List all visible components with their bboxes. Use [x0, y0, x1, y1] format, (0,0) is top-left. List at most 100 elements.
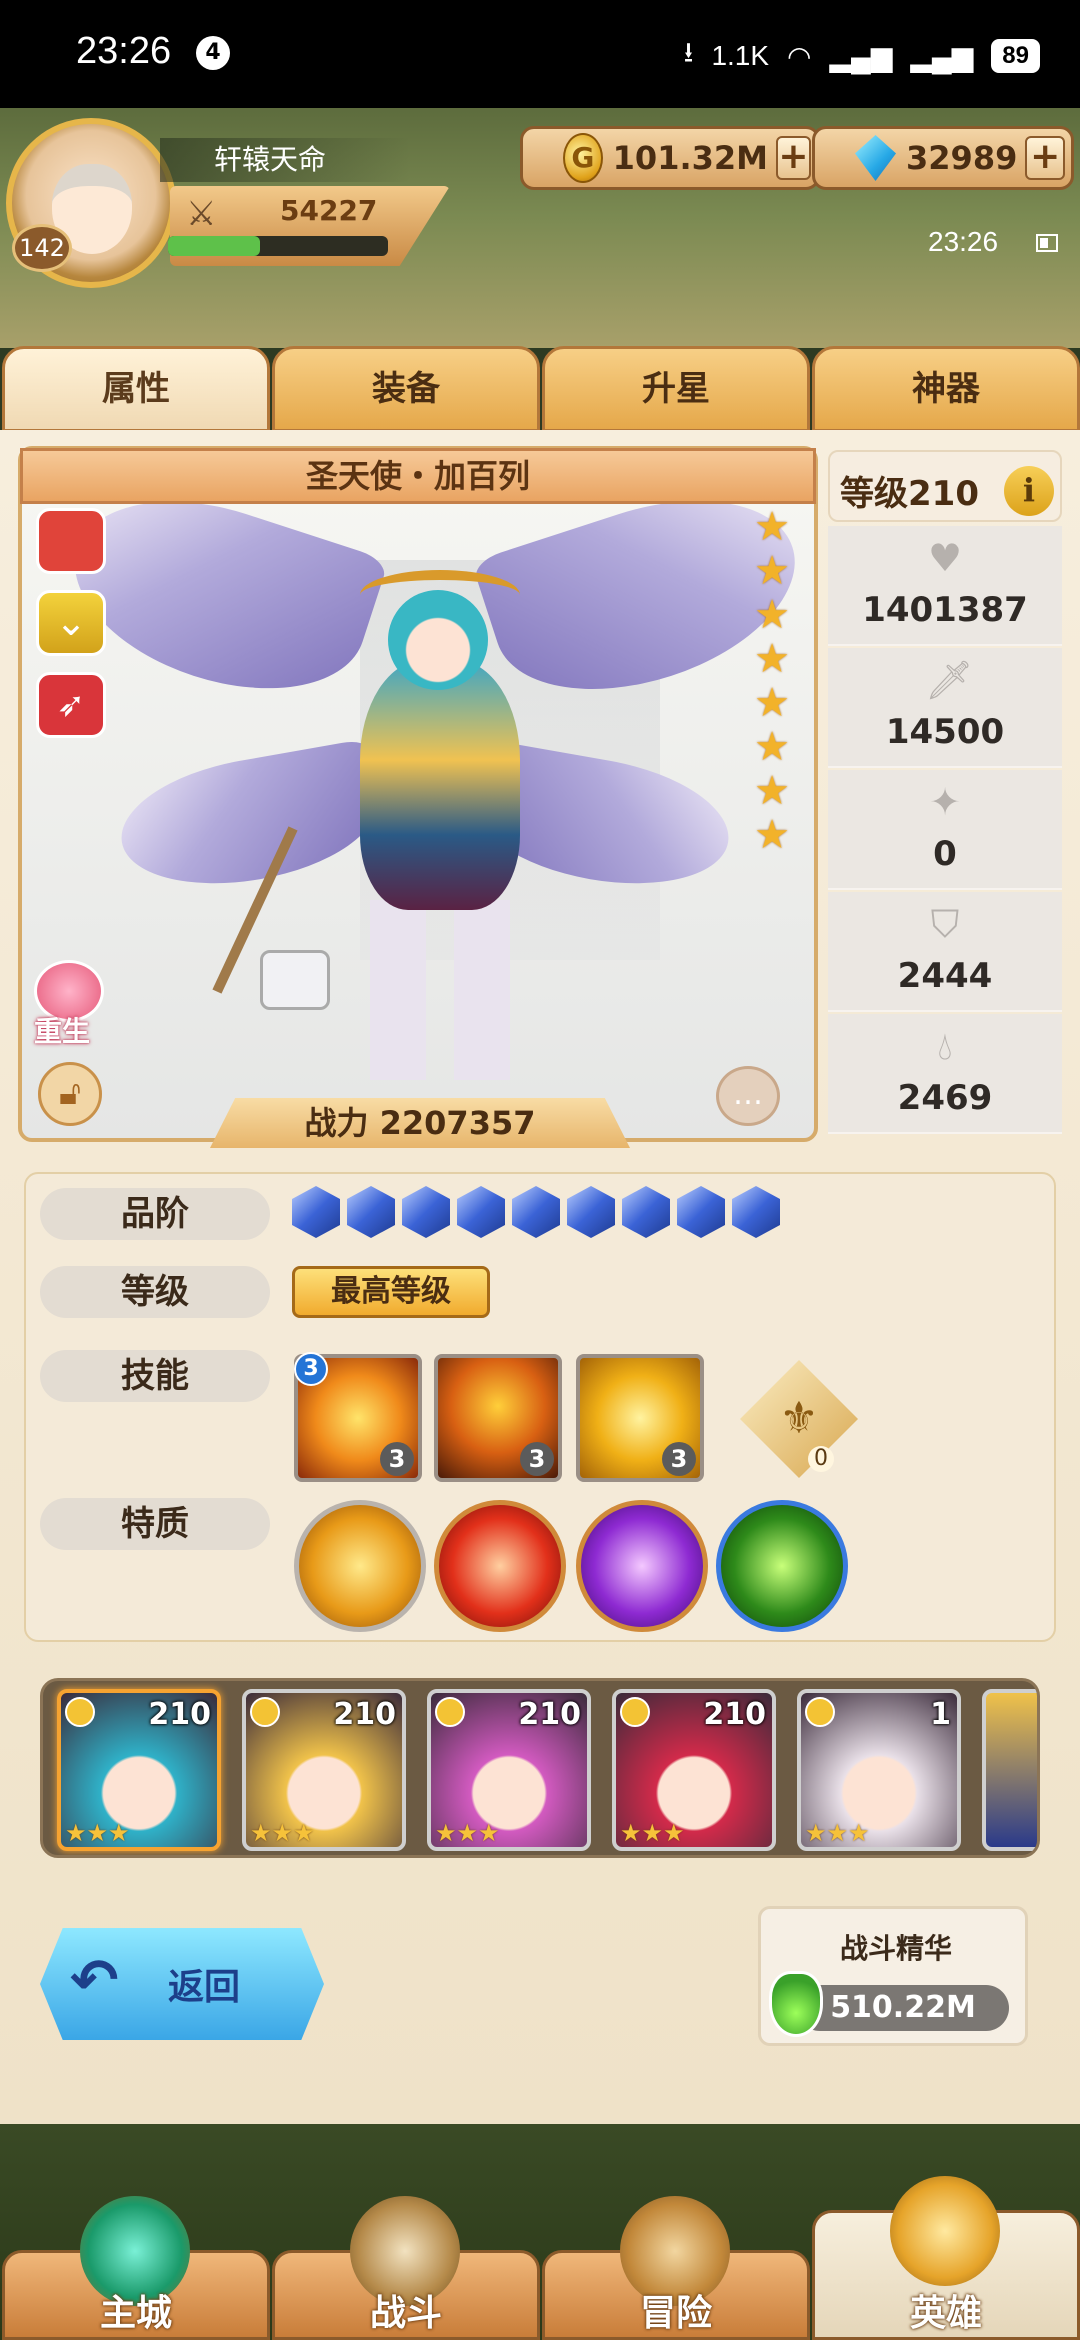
resist-value: 2469 — [897, 1078, 993, 1118]
hp-value: 1401387 — [862, 590, 1028, 630]
heart-icon: ♥ — [927, 536, 963, 580]
potion-icon — [769, 1971, 823, 2037]
tab-attributes[interactable]: 属性 — [2, 346, 270, 432]
player-name: 轩辕天命 — [160, 138, 410, 182]
gem-currency: 32989 + — [812, 126, 1074, 190]
class-icon[interactable] — [36, 508, 106, 574]
notification-badge: 4 — [196, 36, 230, 70]
stat-defense: ⛉ 2444 — [828, 892, 1062, 1012]
battery-indicator-icon — [1036, 234, 1058, 252]
trait-skull[interactable] — [716, 1500, 848, 1632]
tab-equipment[interactable]: 装备 — [272, 346, 540, 432]
trait-shield[interactable] — [294, 1500, 426, 1632]
hero-legs — [370, 900, 510, 1080]
essence-title: 战斗精华 — [839, 1932, 952, 1965]
hero-card[interactable]: 210 ★★★ — [57, 1689, 221, 1851]
hero-card-stars: ★★★ — [250, 1819, 315, 1847]
gold-amount: 101.32M — [612, 139, 768, 177]
stat-resist: 💧︎ 2469 — [828, 1014, 1062, 1134]
hero-type-icon — [65, 1697, 95, 1727]
nav-adventure-label[interactable]: 冒险 — [542, 2284, 810, 2336]
hero-level-row: 等级210 i — [828, 450, 1062, 522]
attack-value: 14500 — [885, 712, 1005, 752]
sword-icon: 🗡︎ — [925, 658, 974, 702]
trait-strike[interactable] — [434, 1500, 566, 1632]
tab-star-up[interactable]: 升星 — [542, 346, 810, 432]
hero-level: 等级210 — [840, 474, 979, 514]
artifact-level: 0 — [808, 1446, 834, 1472]
hero-helmet-icon[interactable] — [890, 2176, 1000, 2286]
game-clock: 23:26 — [928, 226, 999, 257]
battery-icon: 89 — [991, 39, 1040, 73]
hero-card[interactable]: 1 ★★★ — [797, 1689, 961, 1851]
skill-1-level: 3 — [380, 1442, 414, 1476]
nav-heroes-label[interactable]: 英雄 — [812, 2284, 1080, 2336]
faction-icon[interactable]: ⌄ — [36, 590, 106, 656]
hero-card[interactable]: 210 ★★★ — [612, 1689, 776, 1851]
shield-icon: ⛉ — [930, 902, 960, 946]
status-time: 23:26 — [76, 30, 172, 72]
skill-3[interactable]: 3 — [576, 1354, 704, 1482]
status-icons: ⭳ 1.1K ◠ ▂▄▆ ▂▄▆ 89 — [684, 32, 1040, 80]
player-power: 54227 — [280, 194, 378, 227]
hero-type-icon — [620, 1697, 650, 1727]
hero-roster[interactable]: 210 ★★★ 210 ★★★ 210 ★★★ 210 ★★★ 1 ★★★ — [40, 1678, 1040, 1858]
hero-star-icon: ★ — [754, 680, 790, 726]
trait-curse[interactable] — [576, 1500, 708, 1632]
skill-2-level: 3 — [520, 1442, 554, 1476]
info-button[interactable]: i — [1004, 466, 1054, 516]
hero-card-level: 210 — [518, 1697, 581, 1732]
rank-label: 品阶 — [40, 1188, 270, 1240]
hero-type-icon — [250, 1697, 280, 1727]
hero-card-stars: ★★★ — [65, 1819, 130, 1847]
hero-star-icon: ★ — [754, 724, 790, 770]
rebirth-label[interactable]: 重生 — [34, 1010, 90, 1050]
wifi-icon: ◠ — [787, 40, 812, 72]
crossed-swords-icon: ⚔ — [186, 194, 217, 234]
hero-star-icon: ★ — [754, 504, 790, 550]
gem-amount: 32989 — [906, 139, 1018, 177]
stat-attack: 🗡︎ 14500 — [828, 648, 1062, 768]
battle-essence: 战斗精华 510.22M — [758, 1906, 1028, 2046]
add-gems-button[interactable]: + — [1025, 136, 1065, 180]
stats-panel: 等级210 i ♥ 1401387 🗡︎ 14500 ✦ 0 ⛉ 2444 💧︎… — [828, 450, 1062, 1150]
unlock-icon[interactable]: 🔓︎ — [38, 1062, 102, 1126]
status-bar: 23:26 4 ⭳ 1.1K ◠ ▂▄▆ ▂▄▆ 89 — [0, 0, 1080, 108]
rocket-icon[interactable]: ➶ — [36, 672, 106, 738]
hero-type-icon — [805, 1697, 835, 1727]
back-arrow-icon[interactable]: ↶ — [70, 1946, 119, 2014]
back-label[interactable]: 返回 — [168, 1958, 240, 2010]
hero-name: 圣天使・加百列 — [20, 448, 816, 504]
skill-2[interactable]: 3 — [434, 1354, 562, 1482]
hero-model[interactable] — [360, 660, 520, 910]
hero-card-stars: ★★★ — [805, 1819, 870, 1847]
signal-icon-2: ▂▄▆ — [910, 40, 974, 72]
hero-star-icon: ★ — [754, 592, 790, 638]
gold-currency: G 101.32M + — [520, 126, 820, 190]
chat-bubble-icon[interactable]: … — [716, 1066, 780, 1126]
hero-card-partial[interactable] — [982, 1689, 1037, 1851]
hero-card-level: 210 — [148, 1697, 211, 1732]
hero-stars: ★ ★ ★ ★ ★ ★ ★ ★ — [752, 506, 792, 858]
hero-tabs: 属性 装备 升星 神器 — [0, 346, 1080, 432]
hero-star-icon: ★ — [754, 812, 790, 858]
add-gold-button[interactable]: + — [775, 136, 811, 180]
defense-value: 2444 — [897, 956, 993, 996]
hero-card-level: 1 — [930, 1697, 951, 1732]
hero-card-stars: ★★★ — [620, 1819, 685, 1847]
exp-fill — [168, 236, 261, 256]
hero-card-level: 210 — [703, 1697, 766, 1732]
hammer-head — [260, 950, 330, 1010]
player-level-badge: 142 — [12, 224, 72, 272]
tab-artifact[interactable]: 神器 — [812, 346, 1080, 432]
download-icon: ⭳ — [683, 37, 694, 68]
hero-card[interactable]: 210 ★★★ — [242, 1689, 406, 1851]
skill-upgrade-badge: 3 — [294, 1352, 328, 1386]
traits-label: 特质 — [40, 1498, 270, 1550]
nav-battle-label[interactable]: 战斗 — [272, 2284, 540, 2336]
hero-card-level: 210 — [333, 1697, 396, 1732]
level-label: 等级 — [40, 1266, 270, 1318]
hero-star-icon: ★ — [754, 636, 790, 682]
hero-card[interactable]: 210 ★★★ — [427, 1689, 591, 1851]
nav-main-city-label[interactable]: 主城 — [2, 2284, 270, 2336]
